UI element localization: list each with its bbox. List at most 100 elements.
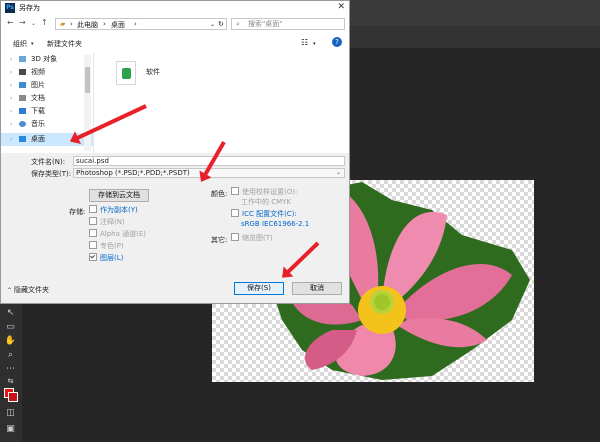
thumbnail-option: 缩览图(T) [231,233,273,243]
3d-objects-icon [19,56,26,62]
breadcrumb-separator: › [103,20,106,28]
screen-mode-icon[interactable]: ▣ [4,424,17,435]
move-tool-icon[interactable]: ↖ [4,308,17,319]
music-icon [19,121,26,127]
video-icon [19,69,26,75]
notes-checkbox [89,217,97,225]
nav-item-label: 视频 [31,68,45,76]
new-folder-button[interactable]: 新建文件夹 [47,39,82,49]
address-dropdown-icon[interactable]: ⌄ [210,21,215,28]
thumbnail-checkbox [231,233,239,241]
search-input[interactable]: ⌕ 搜索"桌面" [231,18,345,30]
photoshop-logo-icon: Ps [5,3,15,13]
proof-setup-option: 使用校样设置(O): [231,187,297,197]
breadcrumb-separator: › [70,20,73,28]
desktop-icon [19,136,26,142]
folder-icon: ▰ [60,20,66,28]
save-options-panel: 文件名(N): sucai.psd 保存类型(T): Photoshop (*.… [1,153,349,303]
hand-tool-icon[interactable]: ✋ [4,336,17,347]
breadcrumb-separator: › [134,20,137,28]
quick-mask-icon[interactable]: ◫ [4,408,17,419]
photoshop-document-tabs [350,26,600,48]
scroll-thumb[interactable] [85,67,90,93]
hide-folders-toggle[interactable]: ⌃ 隐藏文件夹 [7,285,49,296]
notes-option: 注释(N) [89,217,125,227]
chevron-right-icon: › [10,95,13,102]
forward-arrow-icon[interactable]: → [19,18,26,27]
as-copy-checkbox[interactable] [89,205,97,213]
filename-label: 文件名(N): [31,158,66,166]
nav-item-label: 图片 [31,81,45,89]
swap-colors-icon[interactable]: ⇆ [4,376,17,387]
cancel-button[interactable]: 取消 [292,282,342,295]
command-bar: 组织 ▾ 新建文件夹 ☷ ▾ ? [1,33,349,54]
view-chevron-icon[interactable]: ▾ [313,41,316,47]
photoshop-options-bar [350,0,600,26]
background-color-swatch[interactable] [8,392,18,402]
nav-item-pictures[interactable]: › 图片 [1,79,93,92]
color-label: 颜色: [211,190,228,198]
filename-value: sucai.psd [76,157,109,165]
icc-profile-value: sRGB IEC61966-2.1 [241,220,310,228]
storage-label: 存储: [69,208,86,216]
documents-icon [19,95,26,101]
breadcrumb-this-pc[interactable]: 此电脑 [77,20,98,30]
address-row: ← → ⌄ ↑ ▰ › 此电脑 › 桌面 › ⌄ ↻ ⌕ 搜索"桌面" [1,15,349,33]
pictures-icon [19,82,26,88]
organize-chevron-icon: ▾ [31,41,34,47]
save-to-cloud-button[interactable]: 存储到云文档 [89,189,149,202]
nav-item-downloads[interactable]: › 下载 [1,105,93,118]
back-arrow-icon[interactable]: ← [7,18,14,27]
more-tools-icon[interactable]: ⋯ [4,364,17,375]
nav-item-music[interactable]: › 音乐 [1,118,93,131]
chevron-right-icon: › [10,121,13,128]
filetype-value: Photoshop (*.PSD;*.PDD;*.PSDT) [76,169,190,177]
spot-color-option: 专色(P) [89,241,124,251]
nav-item-label: 文档 [31,94,45,102]
chevron-right-icon: › [10,136,13,143]
nav-item-documents[interactable]: › 文档 [1,92,93,105]
spot-color-checkbox [89,241,97,249]
recent-chevron-icon[interactable]: ⌄ [31,20,36,27]
close-icon[interactable]: ✕ [337,2,345,12]
nav-item-3d-objects[interactable]: › 3D 对象 [1,53,93,66]
list-item[interactable]: 软件 [104,57,164,87]
alpha-checkbox [89,229,97,237]
search-icon: ⌕ [236,20,240,28]
marquee-tool-icon[interactable]: ▭ [4,322,17,333]
proof-setup-checkbox [231,187,239,195]
chevron-right-icon: › [10,69,13,76]
shortcut-file-icon [116,61,136,85]
nav-item-label: 下载 [31,107,45,115]
up-arrow-icon[interactable]: ↑ [41,18,48,27]
organize-button[interactable]: 组织 [13,39,27,49]
file-list: 软件 [94,53,349,153]
search-placeholder: 搜索"桌面" [248,20,283,28]
zoom-tool-icon[interactable]: ⌕ [4,350,17,361]
alpha-channel-option: Alpha 通道(E) [89,229,146,239]
nav-item-label: 桌面 [31,135,45,143]
icc-profile-option[interactable]: ICC 配置文件(C): [231,209,297,219]
chevron-right-icon: › [10,56,13,63]
chevron-down-icon: ⌄ [335,169,341,176]
as-copy-option[interactable]: 作为副本(Y) [89,205,138,215]
address-bar[interactable]: ▰ › 此电脑 › 桌面 › ⌄ ↻ [55,18,227,30]
layers-checkbox[interactable] [89,253,97,261]
dialog-titlebar: Ps 另存为 ✕ [1,1,349,15]
nav-item-label: 3D 对象 [31,55,58,63]
other-label: 其它: [211,236,228,244]
nav-item-videos[interactable]: › 视频 [1,66,93,79]
breadcrumb-desktop[interactable]: 桌面 [111,20,125,30]
dialog-title: 另存为 [19,4,40,12]
filetype-label: 保存类型(T): [31,170,72,178]
nav-item-label: 音乐 [31,120,45,128]
chevron-up-icon: ⌃ [7,287,13,294]
icc-profile-checkbox[interactable] [231,209,239,217]
refresh-icon[interactable]: ↻ [218,20,224,28]
save-button[interactable]: 保存(S) [234,282,284,295]
view-options-icon[interactable]: ☷ [301,38,308,47]
file-name: 软件 [146,68,160,76]
help-icon[interactable]: ? [332,37,342,47]
layers-option[interactable]: 图层(L) [89,253,123,263]
proof-setup-value: 工作中的 CMYK [241,198,292,206]
